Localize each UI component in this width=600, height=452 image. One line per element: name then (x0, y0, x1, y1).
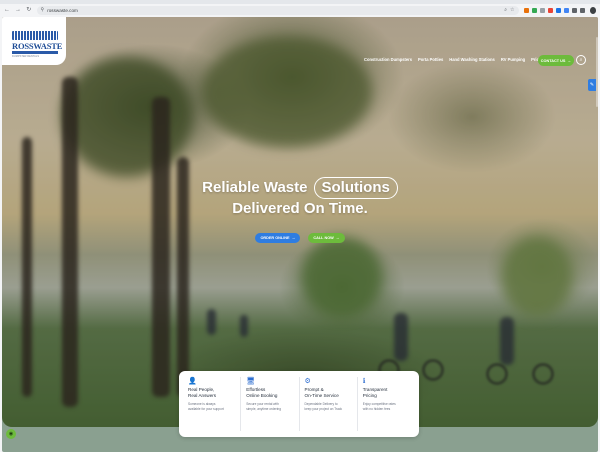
call-now-button[interactable]: CALL NOW → (308, 233, 345, 243)
feature-item: 🖥 Effortless Online Booking Secure your … (241, 377, 300, 431)
reload-button[interactable]: ↻ (26, 4, 32, 16)
nav-rv-pumping[interactable]: RV Pumping (501, 57, 525, 62)
feature-title: Transparent Pricing (362, 387, 388, 398)
extensions-area (523, 7, 585, 13)
url-text[interactable]: rosswaste.com (47, 8, 501, 13)
bookmark-star-icon[interactable]: ☆ (510, 7, 514, 13)
order-online-label: ORDER ONLINE (260, 236, 290, 240)
feature-title: Effortless Online Booking (246, 387, 278, 398)
nav-hand-washing-stations[interactable]: Hand Washing Stations (449, 57, 495, 62)
arrow-right-icon: → (335, 236, 340, 240)
address-bar[interactable]: ⚲ rosswaste.com ⌕ ☆ (36, 5, 519, 15)
browser-toolbar: ← → ↻ ⚲ rosswaste.com ⌕ ☆ (0, 4, 600, 16)
page-viewport: ROSSWASTE DUMPSTER RENTALS Construction … (2, 17, 598, 452)
chat-widget-icon[interactable]: ◉ (6, 429, 16, 439)
logo-tagline: DUMPSTER RENTALS (12, 55, 40, 58)
feature-item: ℹ Transparent Pricing Enjoy competitive … (358, 377, 415, 431)
nav-porta-potties[interactable]: Porta Potties (418, 57, 443, 62)
arrow-right-icon: → (291, 236, 296, 240)
accessibility-widget-icon[interactable]: ✎ (588, 79, 596, 91)
info-icon: ℹ (362, 378, 366, 385)
extension-icon[interactable] (571, 7, 577, 13)
extension-icon[interactable] (547, 7, 553, 13)
extension-icon[interactable] (555, 7, 561, 13)
browser-window: ← → ↻ ⚲ rosswaste.com ⌕ ☆ ROSSWASTE DUMP… (0, 0, 600, 452)
contact-us-button[interactable]: CONTACT US → (538, 55, 574, 66)
gear-icon: ⚙ (304, 378, 311, 385)
logo-text: ROSSWASTE (12, 41, 63, 51)
headline-prefix: Reliable Waste (202, 179, 308, 196)
feature-title: Real People, Real Answers (188, 387, 217, 398)
profile-avatar[interactable] (589, 6, 596, 14)
site-info-icon[interactable]: ⚲ (41, 7, 45, 13)
logo-stripes-icon (12, 31, 58, 40)
site-header: ROSSWASTE DUMPSTER RENTALS Construction … (2, 17, 598, 66)
main-nav: Construction Dumpsters Porta Potties Han… (364, 57, 564, 62)
feature-description: Secure your rental with simple, anytime … (246, 402, 281, 411)
contact-us-label: CONTACT US (540, 58, 566, 63)
back-button[interactable]: ← (4, 4, 10, 16)
extension-icon[interactable] (539, 7, 545, 13)
call-now-label: CALL NOW (313, 236, 334, 240)
hero-section (2, 17, 598, 427)
hero-overlay (2, 17, 598, 427)
feature-description: Someone is always available for your sup… (188, 402, 224, 411)
extension-icon[interactable] (531, 7, 537, 13)
headline-line2: Delivered On Time. (232, 200, 368, 217)
feature-title: Prompt & On-Time Service (304, 387, 339, 398)
feature-item: ⚙ Prompt & On-Time Service Dependable De… (300, 377, 358, 431)
features-card: 👤 Real People, Real Answers Someone is a… (179, 371, 419, 437)
search-icon[interactable]: ⌕ (576, 55, 586, 65)
feature-description: Enjoy competitive rates with no hidden f… (362, 402, 396, 411)
logo[interactable]: ROSSWASTE DUMPSTER RENTALS (2, 17, 66, 65)
extension-icon[interactable] (563, 7, 569, 13)
person-icon: 👤 (188, 378, 197, 385)
hero-headline: Reliable Waste Solutions Delivered On Ti… (2, 177, 598, 219)
logo-underline (12, 51, 58, 54)
order-online-button[interactable]: ORDER ONLINE → (255, 233, 301, 243)
extension-icon[interactable] (523, 7, 529, 13)
monitor-icon: 🖥 (246, 378, 256, 385)
feature-item: 👤 Real People, Real Answers Someone is a… (183, 377, 242, 431)
forward-button[interactable]: → (15, 4, 21, 16)
nav-construction-dumpsters[interactable]: Construction Dumpsters (364, 57, 412, 62)
arrow-right-icon: → (567, 58, 572, 63)
feature-description: Dependable Delivery to keep your project… (304, 402, 343, 411)
hero-cta-row: ORDER ONLINE → CALL NOW → (2, 233, 598, 243)
headline-pill-word: Solutions (313, 177, 398, 199)
zoom-icon[interactable]: ⌕ (504, 7, 507, 13)
extension-icon[interactable] (579, 7, 585, 13)
